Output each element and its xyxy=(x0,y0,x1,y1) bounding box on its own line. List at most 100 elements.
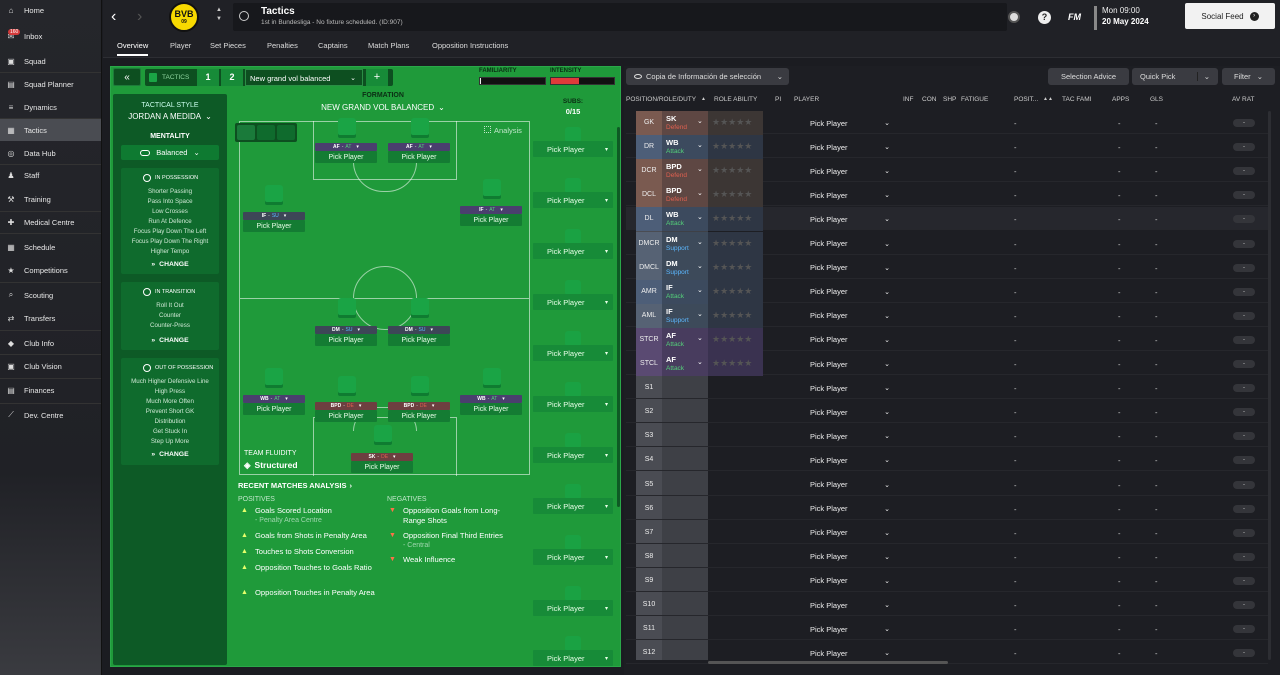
chevron-down-icon[interactable]: ⌄ xyxy=(697,213,703,221)
position-card-bpd[interactable]: BPD - DE ▾ Pick Player xyxy=(388,402,450,424)
tab-penalties[interactable]: Penalties xyxy=(267,41,298,50)
sidebar-item-dynamics[interactable]: ≡ Dynamics xyxy=(0,96,101,118)
tactic-name-dropdown[interactable]: New grand vol balanced ⌄ xyxy=(245,69,363,86)
sub-pick-player-button[interactable]: Pick Player ▾ xyxy=(533,549,613,565)
search-icon[interactable] xyxy=(239,11,249,21)
pick-player-button[interactable]: Pick Player xyxy=(351,461,413,473)
sidebar-item-inbox[interactable]: ✉ 160 Inbox xyxy=(0,25,101,47)
pick-player-dropdown[interactable]: Pick Player ⌄ xyxy=(798,500,894,518)
stats-view-icon[interactable] xyxy=(257,125,275,140)
position-card-sk[interactable]: SK - DE ▾ Pick Player xyxy=(351,453,413,475)
column-header[interactable]: TAC FAMI xyxy=(1062,96,1092,103)
help-icon[interactable]: ? xyxy=(1038,11,1051,24)
table-row[interactable]: ★★★★★ BPD Defend ⌄ DCR xyxy=(626,159,1268,184)
chevron-down-icon[interactable]: ⌄ xyxy=(697,165,703,173)
mentality-dropdown[interactable]: Balanced ⌄ xyxy=(121,145,219,160)
sidebar-item-squad[interactable]: ▣ Squad xyxy=(0,50,101,72)
horizontal-scrollbar[interactable] xyxy=(708,661,948,664)
pick-player-dropdown[interactable]: Pick Player ⌄ xyxy=(798,331,894,349)
pick-player-dropdown[interactable]: Pick Player ⌄ xyxy=(798,355,894,373)
pick-player-dropdown[interactable]: Pick Player ⌄ xyxy=(798,403,894,421)
club-switch-arrows[interactable]: ▲ ▼ xyxy=(215,6,223,28)
chevron-down-icon[interactable]: ⌄ xyxy=(697,358,703,366)
column-header[interactable]: GLS xyxy=(1150,96,1163,103)
table-row[interactable]: S10 xyxy=(626,593,1268,616)
pick-player-dropdown[interactable]: Pick Player ⌄ xyxy=(798,379,894,397)
pick-player-button[interactable]: Pick Player xyxy=(388,334,450,346)
pick-player-dropdown[interactable]: Pick Player ⌄ xyxy=(798,259,894,277)
pick-player-button[interactable]: Pick Player xyxy=(243,403,305,415)
column-header[interactable]: POSITION/ROLE/DUTY xyxy=(626,96,696,103)
pick-player-button[interactable]: Pick Player xyxy=(388,151,450,163)
fm-menu-button[interactable]: FM xyxy=(1068,12,1081,22)
table-row[interactable]: S2 xyxy=(626,400,1268,424)
social-feed-button[interactable]: Social Feed › xyxy=(1185,3,1275,29)
sub-pick-player-button[interactable]: Pick Player ▾ xyxy=(533,243,613,259)
table-row[interactable]: S9 xyxy=(626,569,1268,592)
table-row[interactable]: S11 xyxy=(626,617,1268,641)
pick-player-dropdown[interactable]: Pick Player ⌄ xyxy=(798,524,894,542)
sidebar-item-staff[interactable]: ♟ Staff xyxy=(0,164,101,186)
pick-player-button[interactable]: Pick Player xyxy=(388,410,450,422)
table-row[interactable]: ★★★★★ AF Attack ⌄ STCL xyxy=(626,352,1268,376)
tab-player[interactable]: Player xyxy=(170,41,191,50)
pick-player-dropdown[interactable]: Pick Player ⌄ xyxy=(798,114,894,132)
sub-pick-player-button[interactable]: Pick Player ▾ xyxy=(533,396,613,412)
position-card-wb[interactable]: WB - AT ▾ Pick Player xyxy=(460,395,522,417)
chevron-down-icon[interactable]: ⌄ xyxy=(697,189,703,197)
table-row[interactable]: ★★★★★ WB Attack ⌄ DR xyxy=(626,135,1268,160)
chevron-down-icon[interactable]: ⌄ xyxy=(697,334,703,342)
table-row[interactable]: S3 xyxy=(626,424,1268,448)
position-card-if[interactable]: IF - AT ▾ Pick Player xyxy=(460,206,522,228)
pick-player-button[interactable]: Pick Player xyxy=(315,410,377,422)
table-row[interactable]: ★★★★★ AF Attack ⌄ STCR xyxy=(626,327,1268,352)
position-card-bpd[interactable]: BPD - DE ▾ Pick Player xyxy=(315,402,377,424)
chevron-down-icon[interactable]: ⌄ xyxy=(697,238,703,246)
pick-player-dropdown[interactable]: Pick Player ⌄ xyxy=(798,596,894,614)
sidebar-item-training[interactable]: ⚒ Training xyxy=(0,188,101,210)
pick-player-dropdown[interactable]: Pick Player ⌄ xyxy=(798,210,894,228)
table-row[interactable]: S8 xyxy=(626,545,1268,568)
position-card-dm[interactable]: DM - SU ▾ Pick Player xyxy=(315,326,377,348)
back-button[interactable]: ‹ xyxy=(111,8,125,26)
tab-match-plans[interactable]: Match Plans xyxy=(368,41,409,50)
chevron-down-icon[interactable]: ⌄ xyxy=(697,310,703,318)
pick-player-dropdown[interactable]: Pick Player ⌄ xyxy=(798,644,894,662)
column-header[interactable]: FATIGUE xyxy=(961,96,988,103)
chevron-down-icon[interactable]: ⌄ xyxy=(697,117,703,125)
pick-player-dropdown[interactable]: Pick Player ⌄ xyxy=(798,138,894,156)
sub-pick-player-button[interactable]: Pick Player ▾ xyxy=(533,447,613,463)
quick-pick-button[interactable]: Quick Pick ⌄ xyxy=(1132,68,1218,85)
club-logo[interactable]: BVB 09 xyxy=(169,2,199,32)
add-tactic-button[interactable]: + xyxy=(366,69,388,86)
pick-player-dropdown[interactable]: Pick Player ⌄ xyxy=(798,186,894,204)
sidebar-item-squad-planner[interactable]: ▤ Squad Planner xyxy=(0,73,101,95)
column-header[interactable]: POSIT... xyxy=(1014,96,1038,103)
copy-selection-info-button[interactable]: Copia de Información de selección ⌄ xyxy=(626,68,789,85)
out-of-possession-block-change-button[interactable]: » CHANGE xyxy=(121,451,219,458)
in-transition-block-change-button[interactable]: » CHANGE xyxy=(121,337,219,344)
tab-overview[interactable]: Overview xyxy=(117,41,149,56)
table-row[interactable]: ★★★★★ BPD Defend ⌄ DCL xyxy=(626,183,1268,208)
sub-pick-player-button[interactable]: Pick Player ▾ xyxy=(533,600,613,616)
sub-pick-player-button[interactable]: Pick Player ▾ xyxy=(533,141,613,157)
vertical-scrollbar[interactable] xyxy=(1268,111,1271,660)
pick-player-dropdown[interactable]: Pick Player ⌄ xyxy=(798,476,894,494)
chevron-down-icon[interactable]: ⌄ xyxy=(697,141,703,149)
pick-player-dropdown[interactable]: Pick Player ⌄ xyxy=(798,451,894,469)
table-row[interactable]: ★★★★★ IF Support ⌄ AML xyxy=(626,303,1268,328)
position-card-if[interactable]: IF - SU ▾ Pick Player xyxy=(243,212,305,234)
table-row[interactable]: S1 xyxy=(626,376,1268,400)
sidebar-item-club-info[interactable]: ◆ Club Info xyxy=(0,332,101,354)
sidebar-item-home[interactable]: ⌂ Home xyxy=(0,0,101,21)
football-icon[interactable] xyxy=(1008,11,1020,23)
sidebar-item-data-hub[interactable]: ◎ Data Hub xyxy=(0,142,101,164)
pick-player-button[interactable]: Pick Player xyxy=(243,220,305,232)
manager-dropdown[interactable]: JORDAN A MEDIDA ⌄ xyxy=(113,112,227,121)
table-row[interactable]: S4 xyxy=(626,448,1268,472)
collapse-button[interactable]: « xyxy=(113,68,141,86)
chevron-down-icon[interactable]: ⌄ xyxy=(697,286,703,294)
date-time[interactable]: Mon 09:00 20 May 2024 xyxy=(1102,6,1149,26)
tab-set-pieces[interactable]: Set Pieces xyxy=(210,41,246,50)
sidebar-item-finances[interactable]: ▤ Finances xyxy=(0,379,101,401)
